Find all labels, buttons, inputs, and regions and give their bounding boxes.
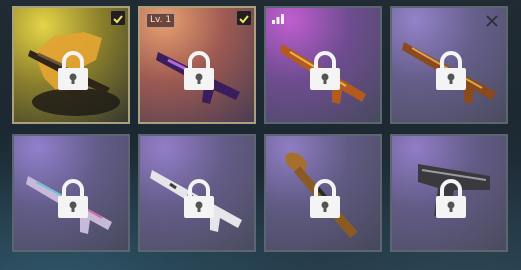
skin-tile-7[interactable] — [264, 134, 382, 252]
skin-tile-3[interactable] — [264, 6, 382, 124]
lock-icon — [58, 51, 88, 90]
lock-icon — [436, 179, 466, 218]
level-badge: Lv. 1 — [146, 13, 176, 28]
skin-tile-1[interactable] — [12, 6, 130, 124]
lock-icon — [310, 179, 340, 218]
selected-check-icon[interactable] — [237, 11, 251, 25]
lock-icon — [310, 51, 340, 90]
lock-icon — [58, 179, 88, 218]
tier-icon — [272, 14, 284, 24]
close-icon[interactable] — [486, 15, 498, 27]
lock-icon — [436, 51, 466, 90]
lock-icon — [184, 179, 214, 218]
lock-icon — [184, 51, 214, 90]
skin-grid: Lv. 1 — [0, 0, 521, 270]
skin-tile-5[interactable] — [12, 134, 130, 252]
skin-tile-6[interactable] — [138, 134, 256, 252]
selected-check-icon[interactable] — [111, 11, 125, 25]
skin-tile-8[interactable] — [390, 134, 508, 252]
skin-tile-2[interactable]: Lv. 1 — [138, 6, 256, 124]
skin-tile-4[interactable] — [390, 6, 508, 124]
